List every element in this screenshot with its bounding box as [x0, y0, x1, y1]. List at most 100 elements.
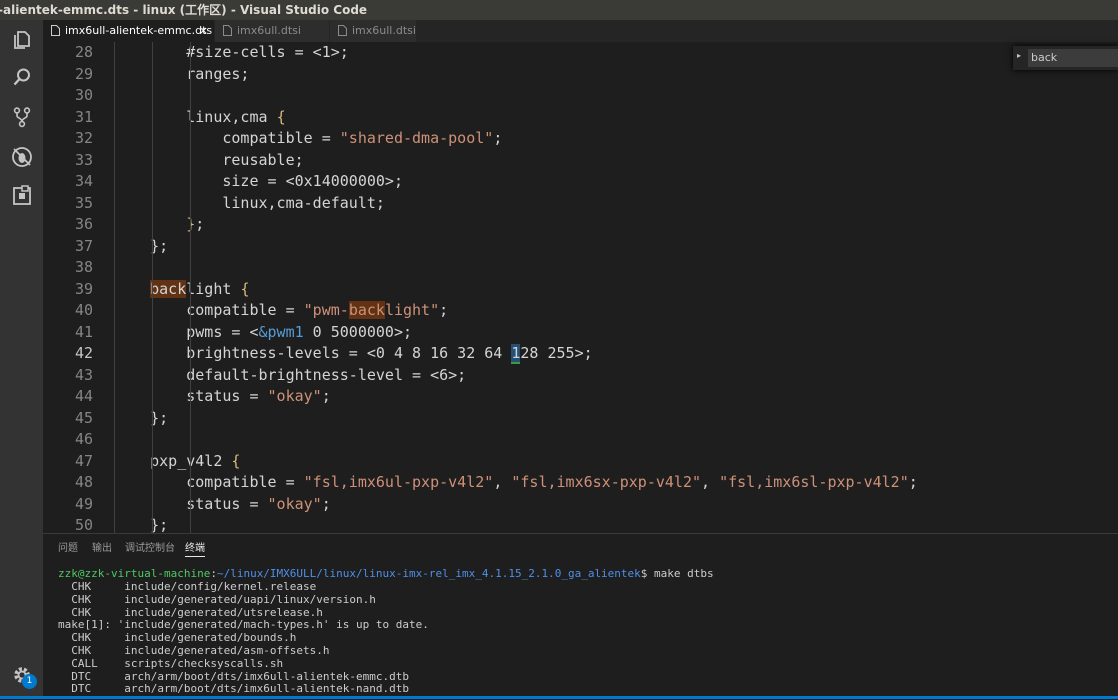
code-line[interactable]: 48 compatible = "fsl,imx6ul-pxp-v4l2", "…	[43, 472, 1118, 494]
line-number: 32	[74, 129, 93, 147]
code-line[interactable]: 35 linux,cma-default;	[43, 193, 1118, 215]
extensions-icon[interactable]	[11, 185, 33, 207]
editor-tab-bar: imx6ull-alientek-emmc.dts × imx6ull.dtsi…	[43, 20, 1118, 42]
line-number: 40	[74, 301, 93, 319]
code-token: ranges;	[114, 64, 250, 83]
file-icon	[51, 25, 60, 36]
line-code: };	[114, 408, 168, 430]
code-token: linux,cma	[114, 107, 277, 126]
line-code: compatible = "shared-dma-pool";	[114, 128, 502, 150]
code-token: light"	[384, 301, 440, 319]
line-number: 45	[74, 408, 93, 427]
terminal-line: CALL scripts/checksyscalls.sh	[58, 656, 284, 670]
code-token: ;	[195, 215, 205, 233]
terminal-line: CHK include/generated/uapi/linux/version…	[58, 592, 376, 606]
title-bar: -alientek-emmc.dts - linux (工作区) - Visua…	[0, 0, 1118, 20]
code-line[interactable]: 45 };	[43, 408, 1118, 430]
line-number: 41	[74, 322, 93, 341]
terminal-prompt: zzk@zzk-virtual-machine:~/linux/IMX6ULL/…	[58, 567, 714, 580]
line-code: reusable;	[114, 150, 304, 172]
code-line[interactable]: 44 status = "okay";	[43, 386, 1118, 408]
file-icon	[338, 25, 347, 36]
terminal-line: CHK include/generated/utsrelease.h	[58, 605, 323, 619]
line-number: 49	[74, 494, 93, 513]
code-line[interactable]: 46	[43, 429, 1118, 451]
tab-imx6ull-dtsi-2[interactable]: imx6ull.dtsi	[330, 20, 416, 42]
line-number: 34	[74, 172, 93, 190]
code-line[interactable]: 41 pwms = <&pwm1 0 5000000>;	[43, 322, 1118, 344]
files-icon[interactable]	[11, 29, 33, 51]
tab-label: imx6ull-alientek-emmc.dts	[65, 24, 213, 37]
code-token: ;	[321, 494, 331, 513]
find-input[interactable]: back	[1028, 49, 1118, 67]
code-token: "okay"	[267, 494, 322, 513]
tab-output[interactable]: 输出	[92, 539, 112, 554]
code-line[interactable]: 33 reusable;	[43, 150, 1118, 172]
toggle-replace-icon[interactable]: ▸	[1017, 51, 1021, 60]
code-line[interactable]: 34 size = <0x14000000>;	[43, 171, 1118, 193]
line-number: 39	[74, 279, 93, 298]
code-line[interactable]: 39 backlight {	[43, 279, 1118, 301]
code-line[interactable]: 28 #size-cells = <1>;	[43, 42, 1118, 64]
tab-terminal[interactable]: 终端	[185, 539, 205, 557]
tab-problems[interactable]: 问题	[58, 539, 78, 554]
code-token: {	[240, 279, 250, 298]
line-number: 48	[74, 473, 93, 491]
code-token: ;	[908, 473, 918, 491]
line-number: 35	[74, 193, 93, 212]
terminal-line: CHK include/config/kernel.release	[58, 580, 317, 593]
line-number: 30	[74, 86, 93, 104]
code-line[interactable]: 36 };	[43, 214, 1118, 236]
debug-icon[interactable]	[11, 146, 33, 168]
line-code: pwms = <&pwm1 0 5000000>;	[114, 322, 412, 344]
code-token: "pwm-	[303, 301, 349, 319]
code-line[interactable]: 37 };	[43, 236, 1118, 258]
code-line[interactable]: 29 ranges;	[43, 64, 1118, 86]
indent-guide	[152, 42, 154, 533]
terminal-line: CHK include/generated/bounds.h	[58, 631, 297, 645]
tab-imx6ull-alientek-emmc[interactable]: imx6ull-alientek-emmc.dts ×	[43, 20, 214, 42]
file-icon	[223, 25, 232, 36]
tab-debug-console[interactable]: 调试控制台	[125, 539, 175, 554]
code-token: 0 5000000>;	[303, 322, 413, 341]
line-code: #size-cells = <1>;	[114, 42, 349, 64]
code-token: "fsl,imx6ul-pxp-v4l2"	[303, 473, 494, 491]
code-line[interactable]: 42 brightness-levels = <0 4 8 16 32 64 1…	[43, 343, 1118, 365]
code-token: linux,cma-default;	[114, 193, 385, 212]
line-number: 50	[74, 516, 93, 533]
code-line[interactable]: 38	[43, 257, 1118, 279]
tab-imx6ull-dtsi[interactable]: imx6ull.dtsi	[215, 20, 329, 42]
code-line[interactable]: 40 compatible = "pwm-backlight";	[43, 300, 1118, 322]
activity-bar: 1	[0, 20, 43, 699]
code-token: default-brightness-level = <6>;	[114, 365, 467, 384]
code-token: };	[114, 236, 169, 255]
line-code: linux,cma-default;	[114, 193, 385, 215]
line-number: 28	[74, 43, 93, 61]
code-line[interactable]: 30	[43, 85, 1118, 107]
code-token: ;	[439, 301, 449, 319]
code-line[interactable]: 49 status = "okay";	[43, 494, 1118, 516]
line-number: 42	[74, 344, 93, 362]
close-icon[interactable]: ×	[199, 20, 208, 42]
code-token: {	[231, 451, 241, 470]
source-control-icon[interactable]	[11, 106, 33, 128]
code-token: brightness-levels = <0 4 8 16 32 64	[114, 344, 512, 362]
line-number: 44	[74, 387, 93, 405]
code-token: {	[276, 107, 286, 126]
code-line[interactable]: 31 linux,cma {	[43, 107, 1118, 129]
code-line[interactable]: 47 pxp_v4l2 {	[43, 451, 1118, 473]
code-editor[interactable]: 28 #size-cells = <1>; 29 ranges; 30 31 linu…	[43, 42, 1118, 533]
code-token: ,	[701, 473, 720, 491]
line-code: status = "okay";	[114, 494, 331, 516]
code-token: "fsl,imx6sx-pxp-v4l2"	[511, 473, 702, 491]
line-number: 31	[74, 107, 93, 126]
code-token: reusable;	[114, 150, 304, 169]
code-token: ,	[493, 473, 512, 491]
code-token: &pwm1	[258, 322, 304, 341]
code-line[interactable]: 32 compatible = "shared-dma-pool";	[43, 128, 1118, 150]
search-icon[interactable]	[11, 66, 33, 88]
line-number: 43	[74, 365, 93, 384]
code-line[interactable]: 50 };	[43, 515, 1118, 533]
code-line[interactable]: 43 default-brightness-level = <6>;	[43, 365, 1118, 387]
